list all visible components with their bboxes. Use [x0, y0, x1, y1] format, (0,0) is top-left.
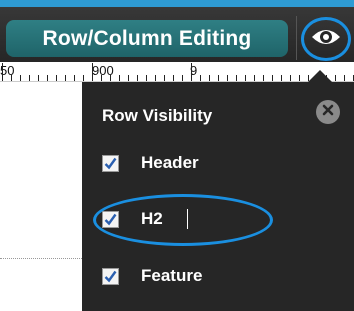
- ruler-tick: [344, 75, 345, 81]
- ruler-tick: [2, 63, 3, 81]
- ruler-tick: [11, 75, 12, 81]
- ruler-tick: [173, 75, 174, 81]
- ruler-tick: [29, 75, 30, 81]
- close-icon: [322, 103, 334, 121]
- popup-pointer: [308, 70, 332, 82]
- ruler-tick: [272, 75, 273, 81]
- ruler-tick: [245, 75, 246, 81]
- ruler-tick: [137, 75, 138, 81]
- ruler-tick: [101, 75, 102, 81]
- feature-checkbox[interactable]: [102, 267, 119, 285]
- eye-icon: [311, 27, 341, 52]
- ruler-tick: [236, 75, 237, 81]
- panel-title: Row Visibility: [102, 106, 213, 125]
- ruler-tick: [218, 75, 219, 81]
- ruler-tick: [155, 75, 156, 81]
- toolbar-accent-line: [0, 0, 354, 7]
- ruler-tick: [20, 75, 21, 81]
- ruler-tick: [92, 63, 93, 81]
- ruler-tick: [38, 75, 39, 81]
- ruler-tick: [335, 75, 336, 81]
- h2-highlight-ring: [93, 194, 273, 246]
- ruler-tick: [146, 75, 147, 81]
- row-visibility-toggle-button[interactable]: [301, 17, 351, 61]
- ruler-tick: [227, 75, 228, 81]
- row-visibility-item-header[interactable]: Header: [102, 148, 199, 178]
- toolbar-divider: [296, 16, 297, 60]
- row-label: Feature: [141, 266, 203, 285]
- ruler-tick: [83, 75, 84, 81]
- checkmark-icon: [104, 157, 117, 169]
- ruler-tick: [56, 75, 57, 81]
- ruler-tick: [254, 75, 255, 81]
- text-cursor: [187, 209, 188, 229]
- ruler-tick: [119, 75, 120, 81]
- ruler-tick: [74, 75, 75, 81]
- row-visibility-item-feature[interactable]: Feature: [102, 261, 202, 291]
- ruler-tick: [128, 75, 129, 81]
- ruler-tick: [263, 75, 264, 81]
- header-checkbox[interactable]: [102, 154, 119, 172]
- canvas-guide-line: [0, 258, 90, 259]
- ruler-tick: [65, 75, 66, 81]
- column-ruler: 50 900 9: [0, 62, 354, 82]
- ruler-tick: [200, 75, 201, 81]
- ruler-tick: [182, 75, 183, 81]
- toolbar: Row/Column Editing: [0, 0, 354, 62]
- ruler-tick: [191, 63, 192, 81]
- ruler-tick: [110, 75, 111, 81]
- ruler-tick: [281, 75, 282, 81]
- ruler-tick: [209, 75, 210, 81]
- row-column-editing-button[interactable]: Row/Column Editing: [6, 20, 288, 57]
- row-label: Header: [141, 153, 199, 172]
- ruler-tick: [47, 75, 48, 81]
- checkmark-icon: [104, 270, 117, 282]
- ruler-tick: [164, 75, 165, 81]
- close-button[interactable]: [316, 100, 340, 124]
- ruler-tick: [290, 75, 291, 81]
- ruler-tick: [299, 75, 300, 81]
